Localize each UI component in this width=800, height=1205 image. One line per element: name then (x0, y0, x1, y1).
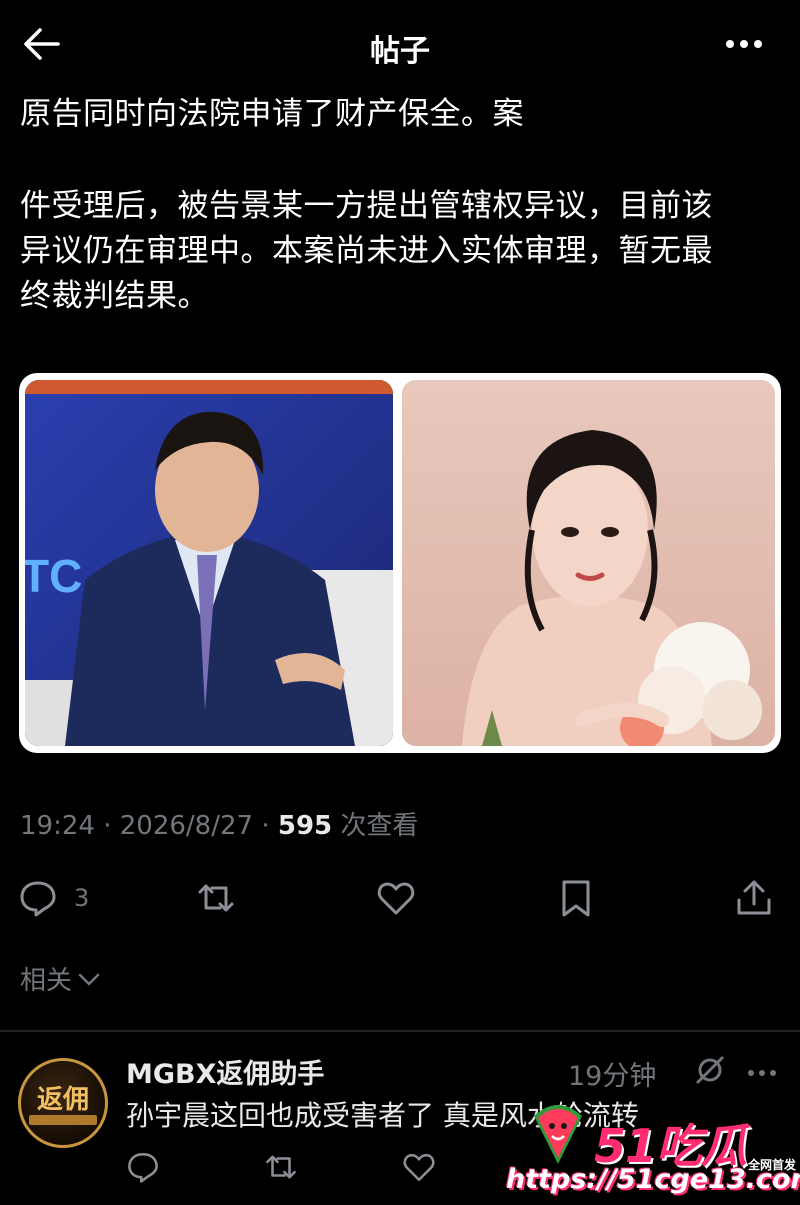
repost-button[interactable] (196, 876, 236, 920)
post-text-line: 件受理后，被告景某一方提出管辖权异议，目前该 (20, 188, 713, 224)
heart-icon (377, 882, 415, 915)
related-label: 相关 (20, 966, 73, 996)
avatar-decoration (29, 1115, 97, 1125)
chevron-down-icon (78, 973, 100, 985)
reply-time: 19分钟 (568, 1061, 657, 1092)
post-date: 2026/8/27 (119, 811, 254, 841)
post-meta: 19:24 · 2026/8/27 · 595 次查看 (20, 805, 418, 842)
post-media: TC (19, 373, 781, 753)
svg-text:TC: TC (25, 550, 82, 602)
bookmark-button[interactable] (556, 876, 596, 920)
reply-icon (128, 1152, 158, 1183)
post-action-bar: 3 (0, 870, 800, 926)
meta-separator: · (103, 811, 112, 841)
bookmark-icon (562, 880, 590, 917)
view-count-label: 次查看 (340, 811, 419, 841)
reply-icon (20, 881, 56, 917)
like-button[interactable] (376, 876, 416, 920)
share-button[interactable] (734, 876, 774, 920)
page-title: 帖子 (370, 34, 430, 69)
reply-reply-button[interactable] (126, 1150, 160, 1184)
avatar-text: 返佣 (36, 1085, 89, 1115)
post-text-line: 原告同时向法院申请了财产保全。案 (20, 96, 524, 132)
reply-button[interactable]: 3 (18, 876, 89, 920)
reply-like-button[interactable] (402, 1150, 436, 1184)
repost-icon (198, 884, 234, 912)
photo-woman-with-flowers[interactable] (402, 380, 775, 746)
reply-author-name[interactable]: MGBX返佣助手 (126, 1052, 324, 1091)
post-body: 原告同时向法院申请了财产保全。案 件受理后，被告景某一方提出管辖权异议，目前该 … (20, 92, 790, 319)
divider (0, 1030, 800, 1032)
avatar[interactable]: 返佣 (18, 1058, 108, 1148)
photo-man-in-suit[interactable]: TC (25, 380, 393, 746)
watermark: 51吃瓜 全网首发 https://51cge13.com (500, 1098, 800, 1205)
post-time: 19:24 (20, 811, 95, 841)
top-bar: 帖子 (0, 0, 800, 90)
post-text-line: 终裁判结果。 (20, 278, 209, 314)
watermelon-mascot-icon (530, 1098, 586, 1168)
meta-separator: · (261, 811, 270, 841)
more-options-icon[interactable] (724, 36, 764, 52)
share-icon (737, 880, 771, 915)
watermark-url: https://51cge13.com (506, 1164, 800, 1195)
reply-repost-button[interactable] (264, 1150, 298, 1184)
grok-icon[interactable] (694, 1054, 726, 1086)
post-text-line: 异议仍在审理中。本案尚未进入实体审理，暂无最 (20, 233, 713, 269)
related-toggle[interactable]: 相关 (20, 960, 102, 997)
view-count: 595 (277, 811, 333, 841)
reply-count: 3 (74, 884, 90, 912)
heart-icon (403, 1153, 435, 1182)
repost-icon (266, 1155, 296, 1179)
reply-more-icon[interactable] (746, 1064, 778, 1076)
